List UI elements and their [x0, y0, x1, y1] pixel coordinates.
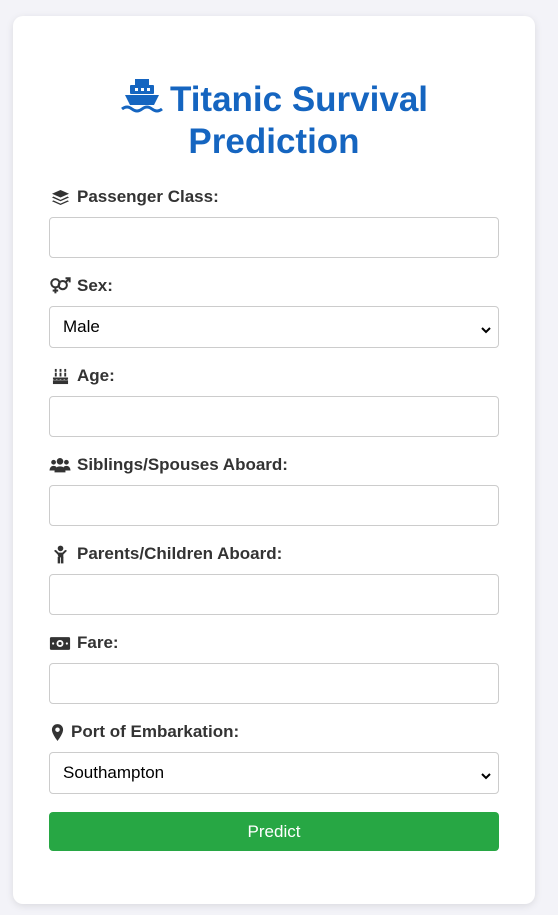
title-line-2: Prediction — [188, 122, 360, 161]
users-icon — [49, 455, 71, 475]
sex-select-value: Male — [63, 317, 100, 336]
fare-input[interactable] — [49, 663, 499, 704]
port-of-embarkation-select[interactable]: Southampton — [49, 752, 499, 794]
money-bill-icon — [49, 633, 71, 653]
sex-select[interactable]: Male — [49, 306, 499, 348]
port-of-embarkation-label: Port of Embarkation: — [71, 722, 240, 741]
title-line-1: Titanic Survival — [169, 80, 429, 119]
field-fare: Fare: — [49, 632, 499, 704]
prediction-form-card: Titanic Survival Prediction Passenger Cl… — [13, 16, 535, 904]
field-siblings-spouses: Siblings/Spouses Aboard: — [49, 454, 499, 526]
age-label: Age: — [77, 366, 115, 385]
birthday-cake-icon — [49, 366, 71, 386]
field-sex: Sex: Male — [49, 275, 499, 348]
sex-label: Sex: — [77, 276, 113, 295]
parents-children-input[interactable] — [49, 574, 499, 615]
passenger-class-input[interactable] — [49, 217, 499, 258]
age-input[interactable] — [49, 396, 499, 437]
chevron-down-icon — [480, 767, 492, 780]
field-age: Age: — [49, 365, 499, 437]
fare-label: Fare: — [77, 633, 119, 652]
child-icon — [49, 544, 71, 564]
siblings-spouses-input[interactable] — [49, 485, 499, 526]
predict-button[interactable]: Predict — [49, 812, 499, 851]
port-select-value: Southampton — [63, 763, 165, 782]
page-title: Titanic Survival Prediction — [13, 78, 535, 163]
parents-children-label: Parents/Children Aboard: — [77, 544, 283, 563]
passenger-class-label: Passenger Class: — [77, 187, 219, 206]
map-marker-icon — [49, 722, 65, 742]
field-port-of-embarkation: Port of Embarkation: Southampton — [49, 721, 499, 794]
chevron-down-icon — [480, 321, 492, 334]
field-parents-children: Parents/Children Aboard: — [49, 543, 499, 615]
layer-group-icon — [49, 187, 71, 207]
venus-mars-icon — [49, 276, 71, 296]
field-passenger-class: Passenger Class: — [49, 186, 499, 258]
siblings-spouses-label: Siblings/Spouses Aboard: — [77, 455, 288, 474]
ship-icon — [120, 78, 164, 114]
